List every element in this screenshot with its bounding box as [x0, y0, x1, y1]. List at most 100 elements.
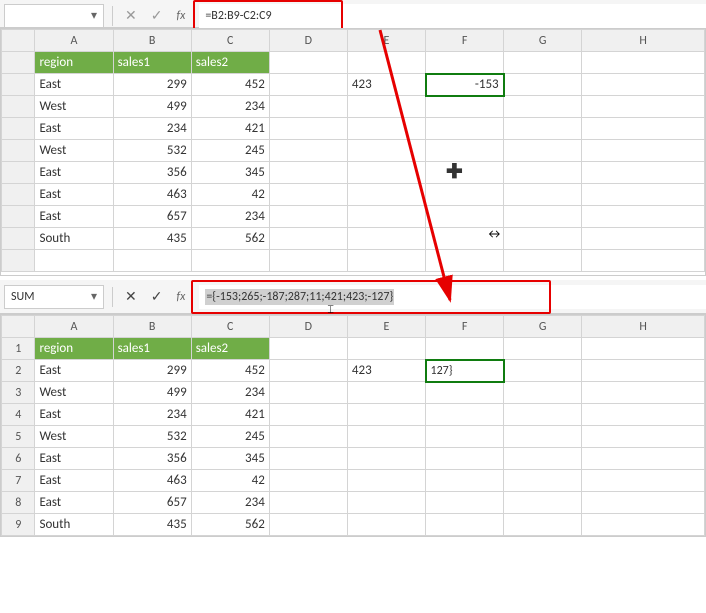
cell-e2[interactable]: 423 [347, 74, 425, 96]
col-header[interactable]: G [504, 30, 582, 52]
cell[interactable] [347, 382, 425, 404]
cancel-icon[interactable]: ✕ [125, 288, 137, 305]
cell[interactable] [269, 404, 347, 426]
cell[interactable]: East [35, 184, 113, 206]
cell[interactable] [504, 492, 582, 514]
cell[interactable] [582, 228, 705, 250]
col-header[interactable]: G [504, 316, 582, 338]
cell[interactable]: 421 [191, 118, 269, 140]
col-header[interactable]: H [582, 316, 705, 338]
cell[interactable] [426, 492, 504, 514]
cell[interactable] [504, 96, 582, 118]
cell[interactable] [347, 162, 425, 184]
row-header[interactable] [2, 206, 35, 228]
cell[interactable] [582, 360, 705, 382]
cell[interactable]: 657 [113, 206, 191, 228]
cell[interactable] [347, 206, 425, 228]
confirm-icon[interactable]: ✓ [151, 7, 163, 24]
cell[interactable] [582, 250, 705, 272]
cell[interactable]: East [35, 206, 113, 228]
cell[interactable] [504, 52, 582, 74]
row-header[interactable] [2, 118, 35, 140]
cell[interactable]: 234 [113, 404, 191, 426]
cell[interactable] [426, 426, 504, 448]
corner-cell[interactable] [2, 30, 35, 52]
cell[interactable] [504, 206, 582, 228]
dropdown-icon[interactable]: ▾ [91, 289, 97, 304]
cell[interactable]: West [35, 382, 113, 404]
cell[interactable]: 532 [113, 426, 191, 448]
cell[interactable] [582, 52, 705, 74]
col-header[interactable]: A [35, 30, 113, 52]
cell[interactable] [347, 448, 425, 470]
cell[interactable] [269, 470, 347, 492]
cell[interactable] [582, 470, 705, 492]
cell[interactable]: East [35, 162, 113, 184]
row-header[interactable] [2, 250, 35, 272]
fx-icon[interactable]: fx [176, 7, 185, 24]
cell[interactable]: 657 [113, 492, 191, 514]
col-header[interactable]: D [269, 30, 347, 52]
row-header[interactable] [2, 228, 35, 250]
col-header[interactable]: B [113, 30, 191, 52]
row-header[interactable]: 3 [2, 382, 35, 404]
cell[interactable] [504, 250, 582, 272]
cell[interactable]: 234 [191, 492, 269, 514]
cell[interactable] [347, 514, 425, 536]
cell[interactable] [347, 96, 425, 118]
col-header[interactable]: E [347, 316, 425, 338]
cell[interactable] [426, 250, 504, 272]
cell[interactable] [347, 228, 425, 250]
confirm-icon[interactable]: ✓ [151, 288, 163, 305]
spreadsheet-top[interactable]: A B C D E F G H region sales1 sales2 Eas… [1, 29, 705, 272]
row-header[interactable]: 4 [2, 404, 35, 426]
cell[interactable]: 421 [191, 404, 269, 426]
corner-cell[interactable] [2, 316, 35, 338]
cell[interactable] [269, 184, 347, 206]
cell[interactable]: 452 [191, 74, 269, 96]
dropdown-icon[interactable]: ▾ [91, 8, 97, 23]
cell[interactable] [426, 228, 504, 250]
cell[interactable]: 532 [113, 140, 191, 162]
cell[interactable]: East [35, 404, 113, 426]
row-header[interactable] [2, 52, 35, 74]
cell[interactable] [347, 118, 425, 140]
name-box[interactable]: SUM ▾ [4, 285, 104, 309]
cell[interactable] [504, 470, 582, 492]
fx-icon[interactable]: fx [176, 288, 185, 305]
cell[interactable] [113, 250, 191, 272]
cell[interactable] [269, 426, 347, 448]
cell[interactable] [504, 228, 582, 250]
cell[interactable] [426, 470, 504, 492]
cell[interactable]: 234 [191, 382, 269, 404]
row-header[interactable] [2, 96, 35, 118]
cell[interactable] [269, 338, 347, 360]
cell[interactable] [582, 96, 705, 118]
cell[interactable] [269, 514, 347, 536]
row-header[interactable] [2, 74, 35, 96]
row-header[interactable]: 1 [2, 338, 35, 360]
cell[interactable] [426, 184, 504, 206]
col-header[interactable]: C [191, 316, 269, 338]
cell[interactable] [426, 448, 504, 470]
cell[interactable] [582, 118, 705, 140]
cell[interactable] [347, 250, 425, 272]
cell[interactable] [269, 96, 347, 118]
cell[interactable] [504, 404, 582, 426]
cell[interactable]: 245 [191, 426, 269, 448]
cell[interactable] [582, 140, 705, 162]
cell[interactable]: East [35, 118, 113, 140]
cell[interactable] [504, 448, 582, 470]
cell[interactable] [504, 118, 582, 140]
cell[interactable] [269, 250, 347, 272]
cell[interactable] [269, 52, 347, 74]
cell[interactable]: 356 [113, 162, 191, 184]
cell[interactable]: 345 [191, 162, 269, 184]
cell[interactable] [347, 338, 425, 360]
row-header[interactable]: 7 [2, 470, 35, 492]
cell[interactable] [426, 162, 504, 184]
col-header[interactable]: C [191, 30, 269, 52]
cell[interactable] [269, 448, 347, 470]
cell[interactable] [582, 382, 705, 404]
cell[interactable]: South [35, 228, 113, 250]
